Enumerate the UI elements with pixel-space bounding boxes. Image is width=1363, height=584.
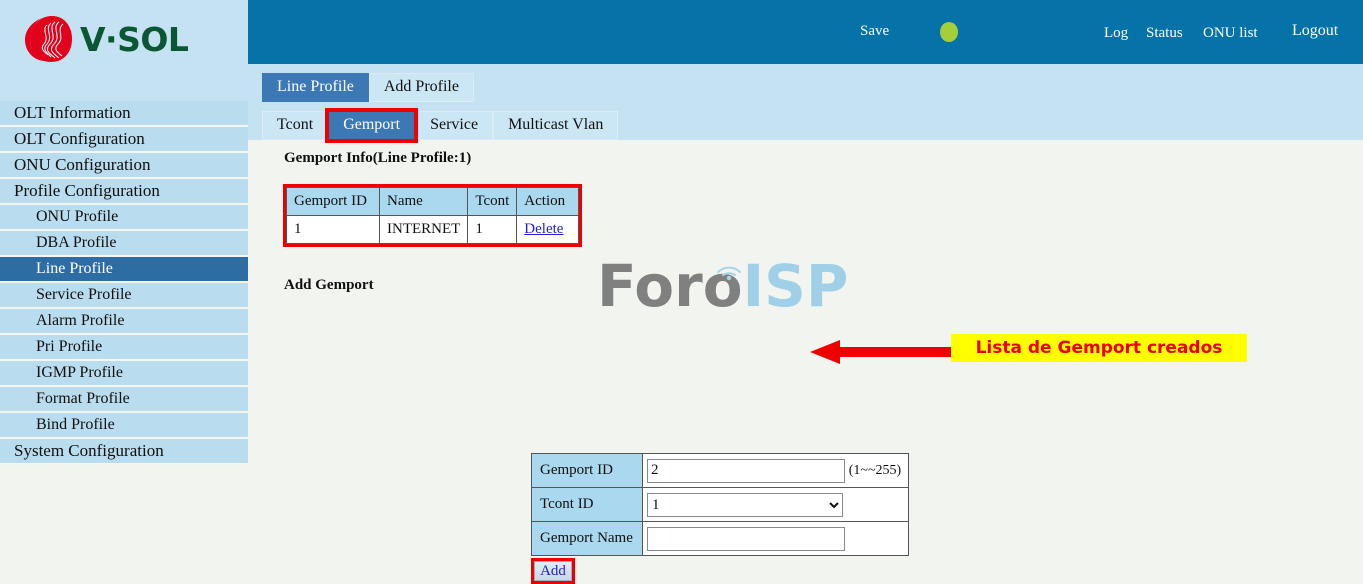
sidebar-item-bind-profile[interactable]: Bind Profile [0,413,248,439]
add-button[interactable]: Add [534,561,572,581]
sidebar-item-onu-configuration[interactable]: ONU Configuration [0,153,248,179]
label-gemport-name: Gemport Name [531,521,643,556]
form-row-gemport-id: Gemport ID (1~~255) [531,453,909,488]
table-row: 1 INTERNET 1 Delete [286,215,580,244]
brand-name: V·SOL [80,19,189,59]
form-row-gemport-name: Gemport Name [531,521,909,556]
sidebar-item-olt-configuration[interactable]: OLT Configuration [0,127,248,153]
add-gemport-form: Gemport ID (1~~255) Tcont ID 1 Gemport N… [531,453,909,556]
tab-multicast-vlan[interactable]: Multicast Vlan [493,111,619,140]
column-header-name: Name [378,187,469,216]
sidebar-item-olt-information[interactable]: OLT Information [0,101,248,127]
status-indicator-icon [940,22,958,42]
brand-logo-area: V·SOL [0,0,248,101]
watermark-text-secondary: ISP [742,252,849,320]
gemport-id-hint: (1~~255) [848,462,902,478]
header-link-onu-list[interactable]: ONU list [1203,25,1258,42]
cell-name: INTERNET [378,215,469,244]
column-header-gemport-id: Gemport ID [286,187,380,216]
gemport-table-highlight: Gemport ID Name Tcont Action 1 INTERNET … [283,184,583,247]
add-gemport-form-table: Gemport ID (1~~255) Tcont ID 1 Gemport N… [531,453,909,556]
form-row-tcont-id: Tcont ID 1 [531,487,909,522]
sidebar-item-format-profile[interactable]: Format Profile [0,387,248,413]
annotation-callout: Lista de Gemport creados [951,334,1247,362]
header-link-log[interactable]: Log [1104,25,1128,42]
tcont-id-select[interactable]: 1 [647,492,843,517]
field-gemport-id: (1~~255) [642,453,909,488]
broadcast-tower-icon [706,239,752,281]
sidebar-item-alarm-profile[interactable]: Alarm Profile [0,309,248,335]
add-button-highlight: Add [531,558,575,584]
sidebar-item-service-profile[interactable]: Service Profile [0,283,248,309]
cell-tcont: 1 [467,215,518,244]
gemport-name-input[interactable] [647,526,845,551]
label-gemport-id: Gemport ID [531,453,643,488]
header-link-status[interactable]: Status [1146,25,1183,42]
sidebar-item-onu-profile[interactable]: ONU Profile [0,205,248,231]
cell-gemport-id: 1 [286,215,380,244]
cell-action: Delete [516,215,580,244]
sidebar-item-profile-configuration[interactable]: Profile Configuration [0,179,248,205]
gemport-info-title: Gemport Info(Line Profile:1) [284,150,472,166]
left-arrow-annotation-icon [810,338,955,366]
sidebar-item-system-configuration[interactable]: System Configuration [0,439,248,465]
brand-logo: V·SOL [22,14,189,64]
sidebar-item-igmp-profile[interactable]: IGMP Profile [0,361,248,387]
secondary-tabs: Tcont Gemport Service Multicast Vlan [262,108,619,143]
tab-line-profile[interactable]: Line Profile [262,73,369,102]
sidebar-item-line-profile[interactable]: Line Profile [0,257,248,283]
tab-service[interactable]: Service [415,111,494,140]
delete-link[interactable]: Delete [524,221,563,237]
sidebar-menu: OLT Information OLT Configuration ONU Conf… [0,101,248,465]
tab-add-profile[interactable]: Add Profile [368,73,474,102]
tab-tcont[interactable]: Tcont [262,111,329,140]
tab-gemport[interactable]: Gemport [325,108,419,143]
sidebar-item-dba-profile[interactable]: DBA Profile [0,231,248,257]
primary-tabs: Line Profile Add Profile [262,73,474,102]
main-content: ForoISP Gemport Info(Line Profile:1) Gem… [248,140,1363,584]
sidebar: V·SOL OLT Information OLT Configuration ON… [0,0,248,576]
add-gemport-title: Add Gemport [284,277,374,293]
save-button[interactable]: Save [860,23,889,40]
top-header-bar: Save Log Status ONU list Logout [248,0,1363,64]
field-tcont-id: 1 [642,487,909,522]
gemport-id-input[interactable] [647,458,845,483]
tab-strip: Line Profile Add Profile Tcont Gemport Serv… [248,64,1363,143]
column-header-action: Action [516,187,580,216]
foroisp-watermark: ForoISP [597,257,848,315]
gemport-table: Gemport ID Name Tcont Action 1 INTERNET … [286,187,580,244]
column-header-tcont: Tcont [467,187,518,216]
label-tcont-id: Tcont ID [531,487,643,522]
vsol-swirl-logo-icon [22,14,74,64]
field-gemport-name [642,521,909,556]
sidebar-item-pri-profile[interactable]: Pri Profile [0,335,248,361]
table-header-row: Gemport ID Name Tcont Action [286,187,580,216]
header-link-logout[interactable]: Logout [1292,22,1338,40]
